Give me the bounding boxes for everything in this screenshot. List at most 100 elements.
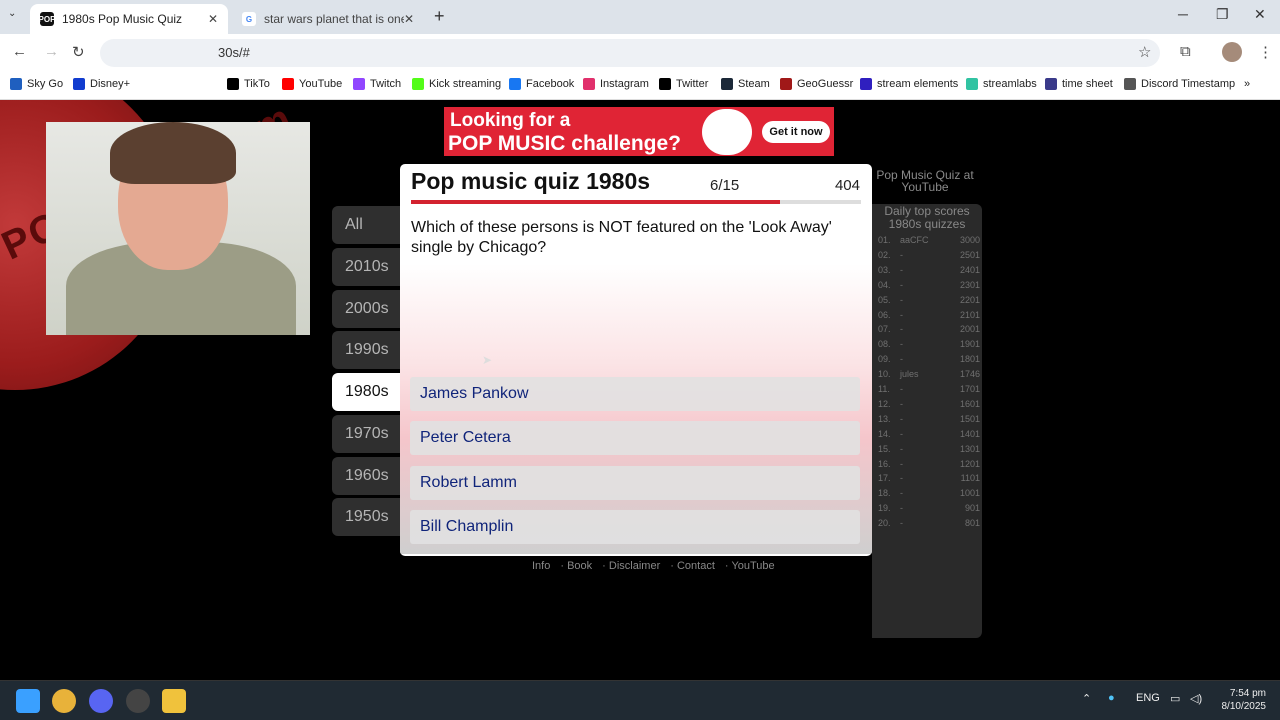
address-bar[interactable]: 30s/# <box>100 39 1160 67</box>
tab-search-icon[interactable]: ⌄ <box>8 8 16 19</box>
ad-get-it-now-button[interactable]: Get it now <box>762 121 830 143</box>
category-1960s[interactable]: 1960s <box>332 457 402 495</box>
bookmark-favicon-icon <box>583 78 595 90</box>
footer-book-link[interactable]: Book <box>567 560 592 572</box>
score-rank: 06. <box>878 309 891 320</box>
score-points: 2501 <box>959 249 980 260</box>
close-tab-icon[interactable]: ✕ <box>208 12 218 26</box>
score-points: 2001 <box>959 324 980 335</box>
score-rank: 03. <box>878 264 891 275</box>
window-close-icon[interactable]: ✕ <box>1254 6 1266 23</box>
bookmark-favicon-icon <box>412 78 424 90</box>
bookmark-item[interactable]: Steam <box>721 78 770 90</box>
bookmark-favicon-icon <box>353 78 365 90</box>
volume-icon[interactable]: ◁) <box>1190 692 1202 705</box>
answer-option[interactable]: Robert Lamm <box>410 466 860 500</box>
windows-start-icon[interactable] <box>16 689 40 713</box>
bookmark-item[interactable]: time sheet <box>1045 78 1113 90</box>
bookmark-favicon-icon <box>1045 78 1057 90</box>
score-row: 01. aaCFC 3000 <box>878 235 980 250</box>
bookmark-item[interactable]: Sky Go <box>10 78 63 90</box>
score-name: aaCFC <box>900 235 929 245</box>
webcam-overlay <box>46 122 310 335</box>
footer-youtube-link[interactable]: YouTube <box>731 560 774 572</box>
score-rank: 04. <box>878 279 891 290</box>
bookmark-label: Kick streaming <box>429 78 502 90</box>
forward-arrow-icon[interactable]: → <box>44 43 59 60</box>
score-name: - <box>900 398 903 409</box>
back-arrow-icon[interactable]: ← <box>12 43 27 60</box>
bookmark-item[interactable]: YouTube <box>282 78 342 90</box>
bookmark-item[interactable]: TikTo <box>227 78 270 90</box>
category-2000s[interactable]: 2000s <box>332 290 402 328</box>
tab-strip: ⌄ POP 1980s Pop Music Quiz ✕ G star wars… <box>0 0 1280 34</box>
tray-chevron-icon[interactable]: ⌃ <box>1082 692 1091 705</box>
new-tab-button[interactable]: + <box>434 6 445 27</box>
score-name: - <box>900 503 903 514</box>
clock[interactable]: 7:54 pm 8/10/2025 <box>1212 687 1267 713</box>
minimize-icon[interactable]: ─ <box>1178 6 1188 22</box>
tab-google-search[interactable]: G star wars planet that is one big ✕ <box>232 4 424 34</box>
reload-icon[interactable]: ↻ <box>72 43 85 61</box>
score-name: - <box>900 324 903 335</box>
network-icon[interactable]: ▭ <box>1170 692 1180 705</box>
score-points: 2401 <box>959 264 980 275</box>
bookmark-favicon-icon <box>860 78 872 90</box>
bookmark-favicon-icon <box>659 78 671 90</box>
file-explorer-icon[interactable] <box>162 689 186 713</box>
category-1990s[interactable]: 1990s <box>332 331 402 369</box>
bookmark-item[interactable]: stream elements <box>860 78 958 90</box>
url-text: 30s/# <box>218 45 250 60</box>
bookmark-item[interactable]: GeoGuessr <box>780 78 853 90</box>
mouse-cursor-icon: ➤ <box>482 353 493 367</box>
score-rank: 12. <box>878 398 891 409</box>
youtube-link[interactable]: Pop Music Quiz at YouTube <box>872 169 978 193</box>
footer-info-link[interactable]: Info <box>532 560 550 572</box>
close-tab-icon[interactable]: ✕ <box>404 12 414 26</box>
bookmark-label: TikTo <box>244 78 270 90</box>
bookmark-favicon-icon <box>282 78 294 90</box>
category-2010s[interactable]: 2010s <box>332 248 402 286</box>
profile-avatar[interactable] <box>1222 42 1242 62</box>
bookmark-item[interactable]: Instagram <box>583 78 649 90</box>
footer-disclaimer-link[interactable]: Disclaimer <box>609 560 660 572</box>
bookmark-item[interactable]: Twitch <box>353 78 401 90</box>
footer-contact-link[interactable]: Contact <box>677 560 715 572</box>
category-1970s[interactable]: 1970s <box>332 415 402 453</box>
question-counter: 6/15 <box>710 177 740 194</box>
score-name: - <box>900 354 903 365</box>
score-points: 1301 <box>959 443 980 454</box>
clock-date: 8/10/2025 <box>1221 701 1267 712</box>
extensions-icon[interactable]: ⧉ <box>1180 43 1191 60</box>
obs-icon[interactable] <box>126 689 150 713</box>
bookmark-item[interactable]: Disney+ <box>73 78 130 90</box>
more-bookmarks-icon[interactable]: » <box>1244 78 1250 90</box>
chrome-icon[interactable] <box>52 689 76 713</box>
language-indicator[interactable]: ENG <box>1136 692 1160 704</box>
ad-banner[interactable]: Looking for a POP MUSIC challenge? Get i… <box>444 107 834 156</box>
bookmarks-bar: Sky Go Disney+ TikTo YouTube Twitch Kick… <box>0 72 1280 100</box>
score-rank: 09. <box>878 354 891 365</box>
category-all[interactable]: All <box>332 206 402 244</box>
bookmark-item[interactable]: Twitter <box>659 78 708 90</box>
score-points: 2101 <box>959 309 980 320</box>
ad-headline: Looking for a <box>450 110 571 131</box>
category-1950s[interactable]: 1950s <box>332 498 402 536</box>
category-1980s[interactable]: 1980s <box>332 373 402 411</box>
tab-pop-quiz[interactable]: POP 1980s Pop Music Quiz ✕ <box>30 4 228 34</box>
score-name: - <box>900 249 903 260</box>
bookmark-item[interactable]: Discord Timestamp <box>1124 78 1235 90</box>
answer-option[interactable]: James Pankow <box>410 377 860 411</box>
answer-option[interactable]: Bill Champlin <box>410 510 860 544</box>
restore-icon[interactable]: ❐ <box>1216 6 1229 23</box>
answer-option[interactable]: Peter Cetera <box>410 421 860 455</box>
bookmark-item[interactable]: Facebook <box>509 78 574 90</box>
menu-kebab-icon[interactable]: ⋮ <box>1258 43 1273 61</box>
discord-icon[interactable] <box>89 689 113 713</box>
microphone-icon[interactable]: ● <box>1108 692 1115 704</box>
bookmark-star-icon[interactable]: ☆ <box>1138 43 1151 61</box>
bookmark-item[interactable]: streamlabs <box>966 78 1037 90</box>
bookmark-item[interactable]: Kick streaming <box>412 78 501 90</box>
bookmark-favicon-icon <box>780 78 792 90</box>
bookmark-favicon-icon <box>721 78 733 90</box>
